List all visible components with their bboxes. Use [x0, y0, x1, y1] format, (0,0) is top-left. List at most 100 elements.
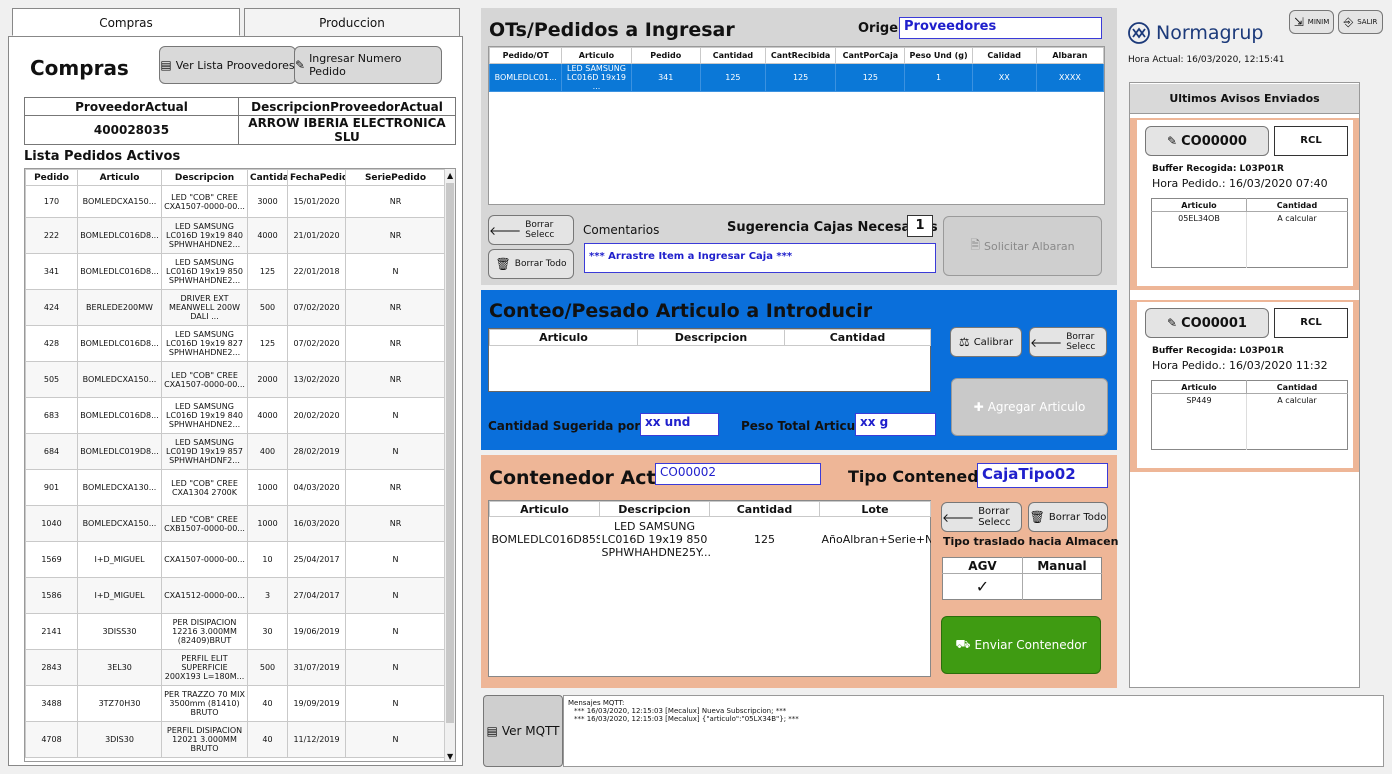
- rcl-badge[interactable]: RCL: [1274, 126, 1348, 156]
- table-cell: 4000: [247, 217, 288, 254]
- aviso-code-button[interactable]: ✎ CO00000: [1145, 126, 1269, 156]
- table-cell: LED SAMSUNG LC016D 19x19 ...: [561, 63, 632, 92]
- pedidos-list[interactable]: PedidoArticuloDescripcionCantidadFechaPe…: [24, 168, 456, 762]
- column-header[interactable]: Descripcion: [599, 501, 710, 517]
- table-row[interactable]: 2141 3DISS30 PER DISIPACION 12216 3.000MM …: [25, 613, 446, 650]
- comentarios-field[interactable]: *** Arrastre Item a Ingresar Caja ***: [584, 243, 936, 273]
- table-cell: 10: [247, 541, 288, 578]
- ver-mqtt-button[interactable]: ▤ Ver MQTT: [483, 695, 563, 767]
- table-row[interactable]: 1040 BOMLEDCXA150... LED "COB" CREE CXB150…: [25, 505, 446, 542]
- sugerencia-field[interactable]: 1: [907, 215, 933, 237]
- column-header[interactable]: Pedido: [25, 169, 78, 186]
- pedidos-scrollbar[interactable]: ▲ ▼: [444, 169, 455, 761]
- column-header[interactable]: CantPorCaja: [835, 47, 906, 64]
- table-row[interactable]: 683 BOMLEDLC016D8... LED SAMSUNG LC016D 19…: [25, 397, 446, 434]
- arrow-left-icon: 🡐: [942, 510, 975, 525]
- column-header[interactable]: Cantidad: [699, 47, 766, 64]
- conteo-borrar-selecc-button[interactable]: 🡐 Borrar Selecc: [1029, 327, 1107, 357]
- column-header[interactable]: Articulo: [489, 329, 638, 346]
- ver-lista-proveedores-button[interactable]: ▤ Ver Lista Proovedores: [159, 46, 296, 84]
- table-row[interactable]: 424 BERLEDE200MW DRIVER EXT MEANWELL 200W …: [25, 289, 446, 326]
- table-cell: N: [345, 685, 446, 722]
- table-row[interactable]: 170 BOMLEDCXA150... LED "COB" CREE CXA1507…: [25, 185, 446, 218]
- aviso-empty-cell: [1151, 407, 1247, 450]
- table-row[interactable]: 1586 I+D_MIGUEL CXA1512-0000-00... 3 27/04/2…: [25, 577, 446, 614]
- table-row[interactable]: 222 BOMLEDLC016D8... LED SAMSUNG LC016D 19…: [25, 217, 446, 254]
- table-row[interactable]: BOMLEDLC01... LED SAMSUNG LC016D 19x19 ..…: [488, 63, 1105, 92]
- table-row[interactable]: BOMLEDLC016D85S LED SAMSUNG LC016D 19x19 …: [490, 517, 931, 562]
- traslado-table[interactable]: AGV Manual ✓: [942, 557, 1102, 600]
- calibrar-button[interactable]: ⚖ Calibrar: [950, 327, 1022, 357]
- table-row[interactable]: 3488 3TZ70H30 PER TRAZZO 70 MIX 3500mm (81…: [25, 685, 446, 722]
- table-cell: LED "COB" CREE CXA1507-0000-00...: [161, 361, 248, 398]
- table-row[interactable]: 4708 3DIS30 PERFIL DISIPACION 12021 3.000M…: [25, 721, 446, 758]
- table-cell: 07/02/2020: [287, 289, 346, 326]
- column-header[interactable]: Cantidad: [247, 169, 288, 186]
- tab-produccion[interactable]: Produccion: [244, 8, 460, 36]
- table-cell: 125: [764, 63, 837, 92]
- table-row[interactable]: 901 BOMLEDCXA130... LED "COB" CREE CXA1304…: [25, 469, 446, 506]
- borrar-selecc-button[interactable]: 🡐 Borrar Selecc: [488, 215, 574, 245]
- column-header[interactable]: Articulo: [561, 47, 632, 64]
- ingresar-numero-pedido-button[interactable]: ✎ Ingresar Numero Pedido: [294, 46, 442, 84]
- rcl-badge[interactable]: RCL: [1274, 308, 1348, 338]
- aviso-articulo: SP449: [1151, 393, 1247, 408]
- column-header[interactable]: Descripcion: [637, 329, 785, 346]
- table-row[interactable]: 684 BOMLEDLC019D8... LED SAMSUNG LC019D 19…: [25, 433, 446, 470]
- ots-table-box[interactable]: Pedido/OT Articulo Pedido Cantidad CantRecib…: [488, 46, 1105, 205]
- origen-field[interactable]: Proveedores: [899, 17, 1102, 39]
- scroll-down-icon[interactable]: ▼: [447, 752, 453, 761]
- table-cell: 19/09/2019: [287, 685, 346, 722]
- column-header[interactable]: Albaran: [1035, 47, 1105, 64]
- column-header[interactable]: Peso Und (g): [904, 47, 973, 64]
- column-header[interactable]: Pedido/OT: [488, 47, 563, 64]
- tab-compras[interactable]: Compras: [12, 8, 240, 36]
- table-cell: LED SAMSUNG LC016D 19x19 840 SPHWHAHDNE2…: [161, 217, 248, 254]
- aviso-col-articulo: Articulo: [1151, 198, 1247, 212]
- solicitar-albaran-button[interactable]: 🗎 Solicitar Albaran: [943, 216, 1102, 276]
- contenedor-borrar-todo-button[interactable]: 🗑 Borrar Todo: [1028, 502, 1108, 532]
- column-header[interactable]: Cantidad: [784, 329, 931, 346]
- column-header[interactable]: SeriePedido: [345, 169, 446, 186]
- aviso-code-button[interactable]: ✎ CO00001: [1145, 308, 1269, 338]
- cant-sugerida-field[interactable]: xx und: [640, 413, 719, 436]
- table-row[interactable]: 1569 I+D_MIGUEL CXA1507-0000-00... 10 25/04/…: [25, 541, 446, 578]
- contenedor-table-box[interactable]: Articulo Descripcion Cantidad Lote BOMLEDLC…: [488, 500, 931, 677]
- contenedor-field[interactable]: CO00002: [655, 463, 821, 485]
- conteo-table-box[interactable]: Articulo Descripcion Cantidad: [488, 328, 931, 392]
- minim-button[interactable]: ⇲ MINIM: [1289, 10, 1334, 34]
- table-cell: LED "COB" CREE CXA1304 2700K: [161, 469, 248, 506]
- column-header[interactable]: Pedido: [630, 47, 701, 64]
- column-header[interactable]: Articulo: [77, 169, 162, 186]
- aviso-empty-cell: [1247, 226, 1348, 268]
- column-header[interactable]: Articulo: [489, 501, 600, 517]
- table-cell: BOMLEDLC016D85S: [491, 532, 600, 546]
- table-row[interactable]: 341 BOMLEDLC016D8... LED SAMSUNG LC016D 19…: [25, 253, 446, 290]
- scroll-thumb[interactable]: [446, 183, 454, 723]
- ingresar-label: Ingresar Numero Pedido: [309, 52, 402, 78]
- agregar-articulo-button[interactable]: ✚ Agregar Articulo: [951, 378, 1108, 436]
- column-header[interactable]: Calidad: [971, 47, 1037, 64]
- table-row[interactable]: 428 BOMLEDLC016D8... LED SAMSUNG LC016D 19…: [25, 325, 446, 362]
- table-row[interactable]: 2843 3EL30 PERFIL ELIT SUPERFICIE 200X193 …: [25, 649, 446, 686]
- hora-pedido: Hora Pedido.: 16/03/2020 11:32: [1152, 359, 1328, 372]
- table-cell: 341: [630, 63, 701, 92]
- column-header[interactable]: Lote: [819, 501, 931, 517]
- enviar-contenedor-button[interactable]: ⛟ Enviar Contenedor: [941, 616, 1101, 674]
- manual-cell[interactable]: [1023, 574, 1102, 600]
- borrar-todo-button[interactable]: 🗑 Borrar Todo: [488, 249, 574, 279]
- column-header[interactable]: CantRecibida: [764, 47, 837, 64]
- column-header[interactable]: Cantidad: [709, 501, 820, 517]
- contenedor-borrar-selecc-button[interactable]: 🡐 Borrar Selecc: [941, 502, 1022, 532]
- salir-label: SALIR: [1357, 18, 1378, 26]
- ver-mqtt-label: Ver MQTT: [501, 724, 560, 738]
- tipo-contenedor-field[interactable]: CajaTipo02: [977, 463, 1108, 488]
- column-header[interactable]: Descripcion: [161, 169, 248, 186]
- table-row[interactable]: 505 BOMLEDCXA150... LED "COB" CREE CXA1507…: [25, 361, 446, 398]
- peso-total-field[interactable]: xx g: [855, 413, 936, 436]
- column-header[interactable]: FechaPedido: [287, 169, 346, 186]
- mqtt-log[interactable]: Mensajes MQTT: *** 16/03/2020, 12:15:03 […: [563, 695, 1384, 767]
- agv-check-icon[interactable]: ✓: [942, 573, 1023, 600]
- salir-button[interactable]: ⎆ SALIR: [1338, 10, 1383, 34]
- scroll-up-icon[interactable]: ▲: [447, 171, 453, 180]
